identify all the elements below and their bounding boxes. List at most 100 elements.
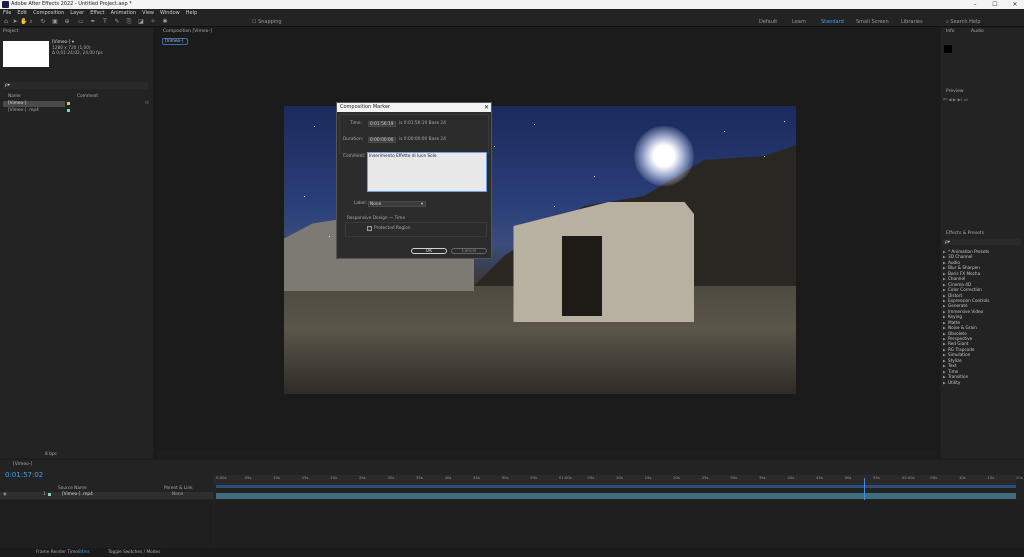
effects-category-label: Expression Controls	[948, 297, 990, 303]
pen-tool-icon[interactable]: ✒	[90, 18, 96, 25]
ruler-tick-label: 20s	[673, 475, 680, 480]
roto-brush-icon[interactable]: ✧	[150, 18, 156, 25]
toggle-switches-modes[interactable]: Toggle Switches / Modes	[108, 548, 160, 557]
type-tool-icon[interactable]: T	[102, 18, 108, 25]
project-search-input[interactable]: ρ▾	[3, 82, 148, 89]
eye-icon[interactable]: ◉	[3, 492, 7, 498]
zoom-tool-icon[interactable]: ⌕	[28, 18, 34, 25]
duration-field[interactable]: 0:00:00:00	[368, 137, 396, 143]
timeline-track-area	[214, 500, 1024, 548]
rectangle-tool-icon[interactable]: ▭	[78, 18, 84, 25]
work-area-bar[interactable]	[216, 485, 1016, 488]
info-tab[interactable]: Info	[943, 28, 955, 35]
close-button[interactable]: ✕	[1008, 0, 1022, 9]
cancel-button[interactable]: Cancel	[451, 248, 487, 254]
effects-category-label: Generate	[948, 303, 968, 309]
workspace-small-screen[interactable]: Small Screen	[856, 18, 889, 26]
clone-tool-icon[interactable]: ⎘	[126, 18, 132, 25]
effects-category-label: Distort	[948, 292, 963, 298]
workspace-default[interactable]: Default	[759, 18, 777, 26]
menu-view[interactable]: View	[139, 9, 157, 17]
time-ruler[interactable]: 0:00s 05s 10s 15s 20s 25s 30s 35s 40s 45s 50s 55s 01…	[214, 475, 1023, 485]
menu-file[interactable]: File	[0, 9, 14, 17]
ruler-tick-label: 15s	[301, 475, 309, 480]
dialog-close-icon[interactable]: ✕	[482, 103, 491, 112]
ruler-tick-label: 20s	[330, 475, 338, 480]
ruler-tick-label: 15s	[987, 475, 995, 480]
layer-label-color-icon[interactable]	[48, 493, 51, 496]
layer-name[interactable]: [Vimeo-] .mp4	[62, 492, 93, 498]
ok-button[interactable]: OK	[411, 248, 447, 254]
bpc-label[interactable]: 8 bpc	[45, 452, 57, 458]
layer-parent[interactable]: None	[172, 492, 183, 498]
label-select[interactable]: None ▾	[368, 201, 426, 207]
comment-textarea[interactable]: Inserimento Effetto di luce Sole	[367, 152, 487, 192]
menu-window[interactable]: Window	[157, 9, 183, 17]
search-help-input[interactable]: ⌕ Search Help	[946, 18, 981, 26]
project-col-name[interactable]: Name	[8, 94, 21, 100]
window-title: Adobe After Effects 2022 - Untitled Proj…	[11, 1, 132, 7]
viewer-controls	[157, 450, 937, 457]
puppet-tool-icon[interactable]: ✱	[162, 18, 168, 25]
menu-animation[interactable]: Animation	[108, 9, 140, 17]
selection-tool-icon[interactable]: ➤	[12, 18, 18, 25]
flowchart-icon[interactable]: ⚇	[145, 101, 149, 107]
minimize-button[interactable]: –	[968, 0, 982, 9]
layer-duration-bar[interactable]	[216, 493, 1016, 499]
effects-category-label: Blur & Sharpen	[948, 265, 980, 271]
menu-edit[interactable]: Edit	[14, 9, 30, 17]
rotate-tool-icon[interactable]: ↻	[40, 18, 46, 25]
effects-category-label: 3D Channel	[948, 254, 973, 260]
layer-row[interactable]: ◉ 1 [Vimeo-] .mp4 None	[0, 492, 213, 499]
project-col-comment[interactable]: Comment	[77, 94, 98, 100]
ruler-tick-label: 35s	[758, 475, 766, 480]
timeline-tab[interactable]: [Vimeo-]	[10, 461, 32, 468]
camera-tool-icon[interactable]: ▣	[52, 18, 58, 25]
pan-behind-tool-icon[interactable]: ⊕	[64, 18, 70, 25]
effects-presets-tab[interactable]: Effects & Presets	[943, 230, 984, 237]
ruler-tick-label: 30s	[730, 475, 738, 480]
menu-composition[interactable]: Composition	[30, 9, 67, 17]
effects-category-label: Matte	[948, 319, 961, 325]
brush-tool-icon[interactable]: ✎	[114, 18, 120, 25]
effects-category-label: Transition	[948, 374, 969, 380]
preview-tab[interactable]: Preview	[943, 88, 964, 95]
time-suffix: is 0:01:56:19 Base 24	[399, 121, 446, 126]
preview-transport-icons[interactable]: ⏮ ◀ ▶ ▶| ⏭	[943, 98, 1021, 104]
effects-search-input[interactable]: ρ▾	[943, 239, 1021, 245]
audio-tab[interactable]: Audio	[968, 28, 984, 35]
effects-category-label: * Animation Presets	[948, 249, 990, 254]
menu-effect[interactable]: Effect	[87, 9, 107, 17]
render-time-value: 84ms	[78, 550, 90, 555]
effects-category-label: Time	[948, 368, 959, 374]
menu-layer[interactable]: Layer	[67, 9, 87, 17]
effects-category-label: Audio	[948, 259, 960, 265]
status-bar: Frame Render Time: 84ms Toggle Switches …	[0, 548, 1024, 557]
time-label: Time:	[350, 121, 362, 126]
effects-category-item[interactable]: ▶ Utility	[943, 380, 1023, 385]
ruler-tick-label: 10s	[958, 475, 966, 480]
ruler-tick-label: 25s	[701, 475, 709, 480]
maximize-button[interactable]: ☐	[988, 0, 1002, 9]
home-icon[interactable]: ⌂	[3, 18, 9, 25]
protected-region-checkbox[interactable]	[367, 226, 372, 231]
eraser-tool-icon[interactable]: ◪	[138, 18, 144, 25]
ruler-tick-label: 05s	[587, 475, 595, 480]
workspace-learn[interactable]: Learn	[792, 18, 806, 26]
ruler-tick-label: 15s	[644, 475, 652, 480]
hand-tool-icon[interactable]: ✋	[20, 18, 27, 25]
label-label: Label:	[354, 201, 368, 206]
project-tab[interactable]: Project	[0, 28, 153, 35]
menu-help[interactable]: Help	[183, 9, 200, 17]
composition-tab[interactable]: Composition [Vimeo-]	[160, 28, 212, 35]
composition-sub-tab[interactable]: [Vimeo-]	[162, 38, 188, 45]
snapping-checkbox[interactable]: ☐ Snapping	[252, 18, 282, 26]
effects-category-label: RG Trapcode	[948, 346, 975, 352]
workspace-standard[interactable]: Standard	[821, 18, 844, 26]
dialog-time-group	[339, 114, 489, 154]
time-field[interactable]: 0:01:56:19	[368, 121, 396, 127]
workspace-libraries[interactable]: Libraries	[901, 18, 923, 26]
current-time-display[interactable]: 0:01:57:02	[5, 471, 43, 480]
search-help-placeholder: Search Help	[950, 19, 981, 25]
project-item-info-2: Δ 0;01:24;02, 24,00 fps	[52, 51, 103, 56]
